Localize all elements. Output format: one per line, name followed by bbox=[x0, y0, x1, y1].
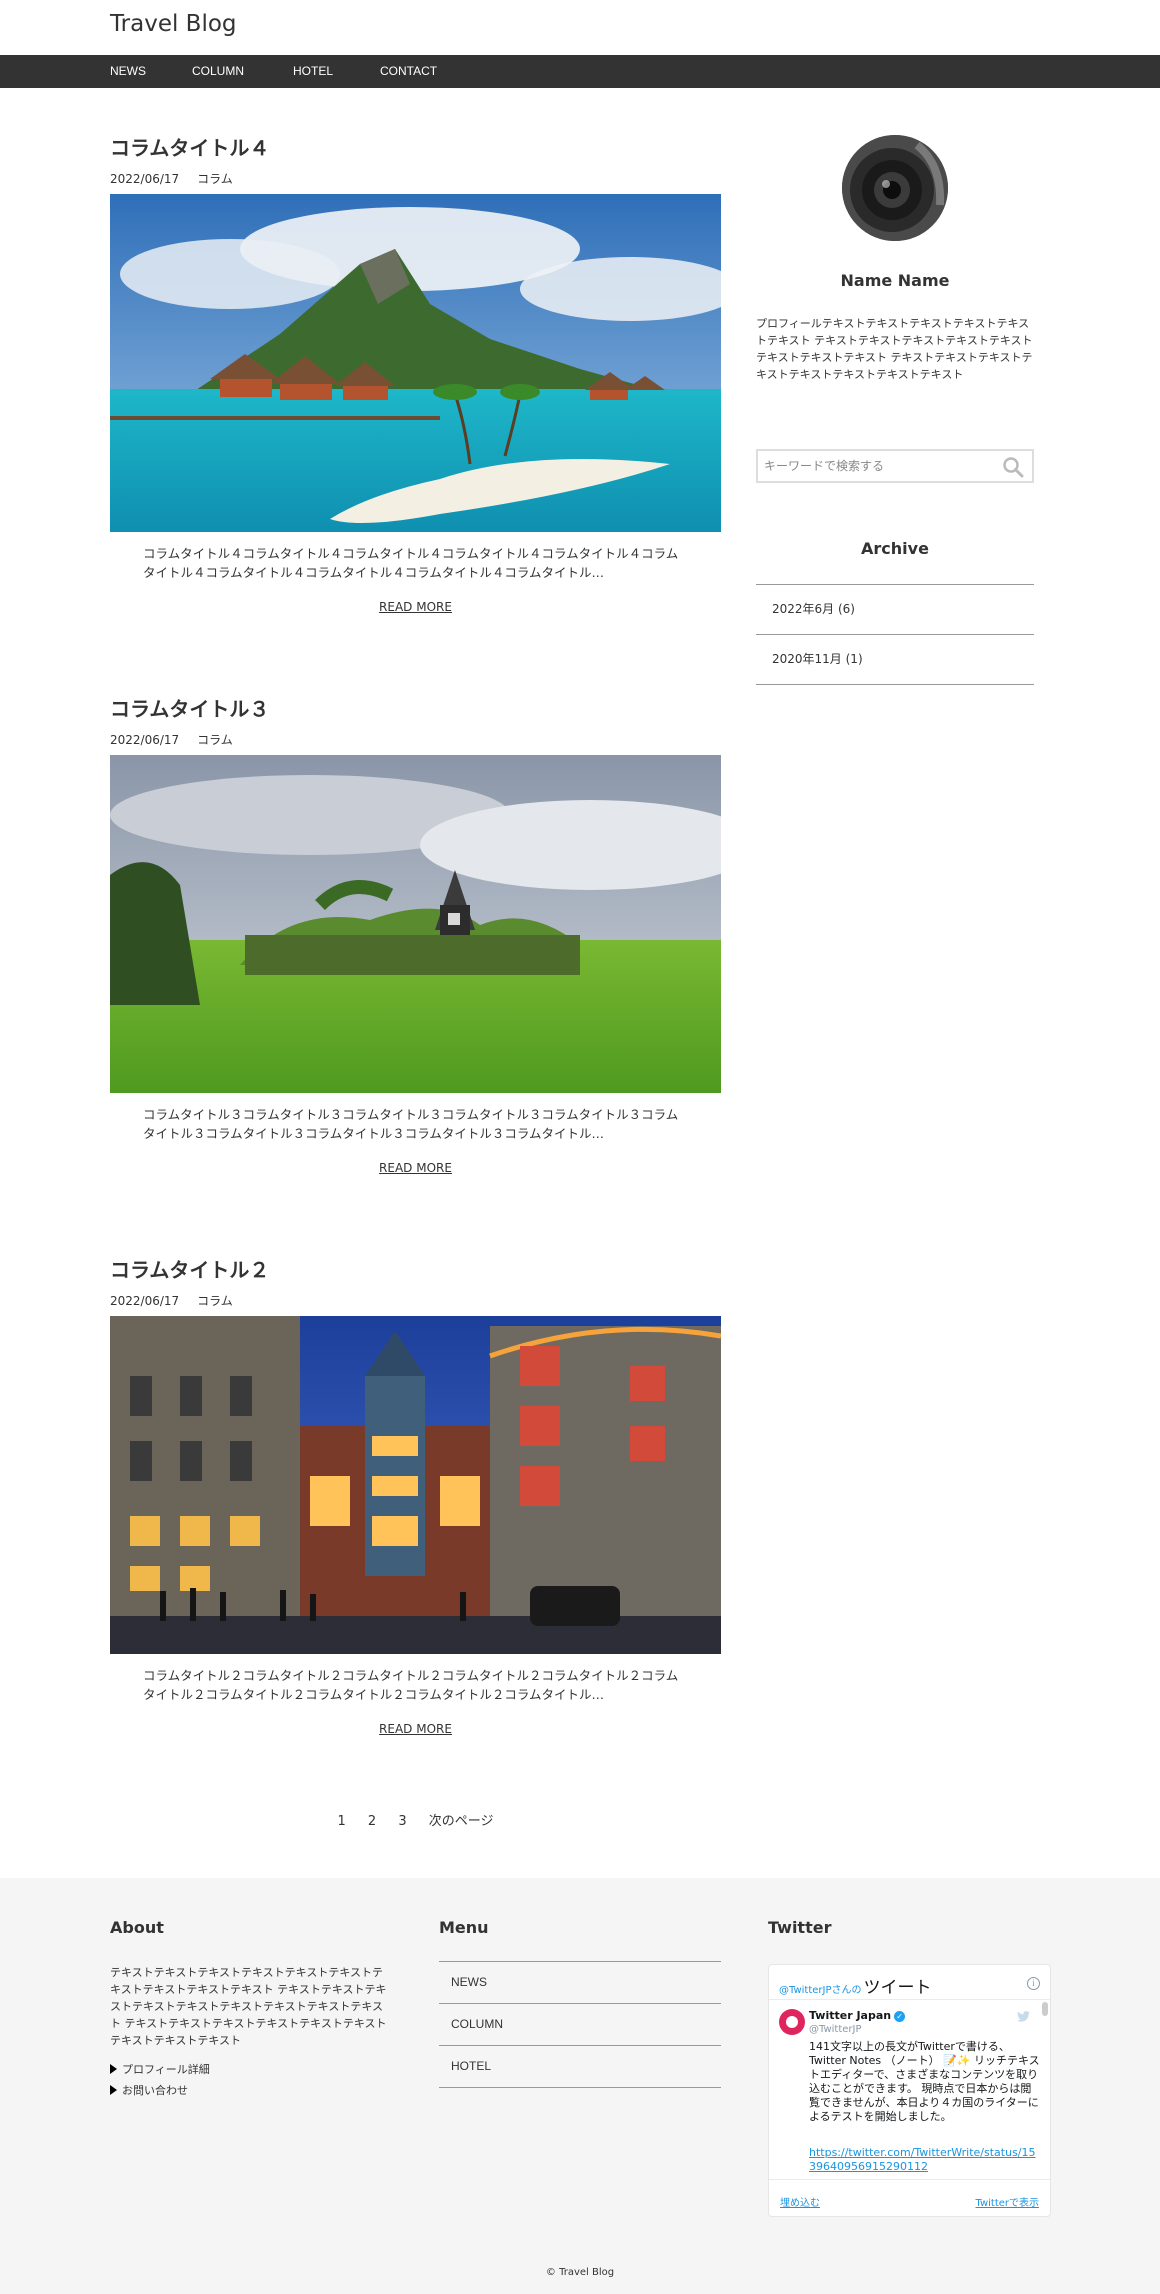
post-thumbnail[interactable] bbox=[110, 194, 721, 532]
footer-menu-item: COLUMN bbox=[439, 2004, 721, 2046]
about-links: プロフィール詳細 お問い合わせ bbox=[110, 2059, 392, 2101]
footer-about: About テキストテキストテキストテキストテキストテキストテキストテキストテキ… bbox=[110, 1918, 392, 2101]
post-title[interactable]: コラムタイトル２ bbox=[110, 1254, 269, 1283]
copyright: © Travel Blog bbox=[545, 2267, 615, 2278]
timeline-account-link[interactable]: @TwitterJPさんの bbox=[779, 1985, 862, 1996]
post-thumbnail[interactable] bbox=[110, 1316, 721, 1654]
contact-link[interactable]: お問い合わせ bbox=[122, 2084, 188, 2097]
profile-text: プロフィールテキストテキストテキストテキストテキストテキスト テキストテキストテ… bbox=[756, 317, 1033, 381]
site-footer: About テキストテキストテキストテキストテキストテキストテキストテキストテキ… bbox=[0, 1878, 1160, 2294]
footer-twitter: Twitter @TwitterJPさんの ツイート i Twitter Japa… bbox=[768, 1918, 1051, 2217]
divider bbox=[769, 2179, 1050, 2180]
post-excerpt: コラムタイトル３コラムタイトル３コラムタイトル３コラムタイトル３コラムタイトル３… bbox=[143, 1107, 679, 1141]
timeline-header: @TwitterJPさんの ツイート bbox=[779, 1973, 932, 1998]
site-header: Travel Blog bbox=[0, 0, 1160, 55]
read-more-wrap: READ MORE bbox=[110, 600, 721, 614]
timeline-title: ツイート bbox=[863, 1978, 932, 1998]
archive-list: 2022年6月 (6) 2020年11月 (1) bbox=[756, 584, 1034, 685]
post-thumbnail[interactable] bbox=[110, 755, 721, 1093]
search-input[interactable] bbox=[758, 451, 988, 481]
about-link-item: お問い合わせ bbox=[110, 2080, 392, 2101]
nav-item-contact[interactable]: CONTACT bbox=[380, 55, 437, 88]
city-night-image bbox=[110, 1316, 721, 1654]
twitter-timeline[interactable]: @TwitterJPさんの ツイート i Twitter Japan ✓ @Twit… bbox=[768, 1964, 1051, 2217]
read-more-wrap: READ MORE bbox=[110, 1722, 721, 1736]
scrollbar[interactable] bbox=[1042, 2002, 1048, 2016]
profile-detail-link[interactable]: プロフィール詳細 bbox=[122, 2063, 210, 2076]
tweet-link[interactable]: https://twitter.com/TwitterWrite/status/… bbox=[809, 2146, 1041, 2174]
site-title[interactable]: Travel Blog bbox=[110, 11, 237, 37]
footer-menu-item: NEWS bbox=[439, 1962, 721, 2004]
footer-menu-hotel[interactable]: HOTEL bbox=[451, 2059, 491, 2073]
post-category[interactable]: コラム bbox=[197, 1294, 233, 1308]
tweet-account-name[interactable]: Twitter Japan ✓ bbox=[809, 2009, 906, 2022]
info-icon[interactable]: i bbox=[1027, 1977, 1040, 1990]
footer-menu-list: NEWS COLUMN HOTEL bbox=[439, 1961, 721, 2088]
post-date: 2022/06/17 bbox=[110, 733, 180, 747]
search-form bbox=[756, 449, 1034, 483]
about-heading: About bbox=[110, 1918, 164, 1937]
about-link-item: プロフィール詳細 bbox=[110, 2059, 392, 2080]
archive-heading: Archive bbox=[861, 539, 929, 558]
turf-house-image bbox=[110, 755, 721, 1093]
twitter-heading: Twitter bbox=[768, 1918, 832, 1937]
nav-item-column[interactable]: COLUMN bbox=[192, 55, 244, 88]
twitter-avatar[interactable] bbox=[779, 2009, 805, 2035]
view-on-twitter-link[interactable]: Twitterで表示 bbox=[975, 2194, 1039, 2209]
archive-item: 2020年11月 (1) bbox=[756, 635, 1034, 685]
page-link-2[interactable]: 2 bbox=[368, 1814, 376, 1829]
page-link-1[interactable]: 1 bbox=[337, 1814, 345, 1829]
footer-menu-item: HOTEL bbox=[439, 2046, 721, 2088]
post-category[interactable]: コラム bbox=[197, 172, 233, 186]
nav-item-hotel[interactable]: HOTEL bbox=[293, 55, 333, 88]
tropical-island-image bbox=[110, 194, 721, 532]
post-excerpt: コラムタイトル４コラムタイトル４コラムタイトル４コラムタイトル４コラムタイトル４… bbox=[143, 546, 679, 580]
footer-menu-news[interactable]: NEWS bbox=[451, 1975, 487, 1989]
post-title[interactable]: コラムタイトル４ bbox=[110, 132, 269, 161]
global-nav: NEWS COLUMN HOTEL CONTACT bbox=[0, 55, 1160, 88]
tweet-text: 141文字以上の長文がTwitterで書ける、Twitter Notes （ノー… bbox=[809, 2040, 1040, 2123]
post-meta: 2022/06/17 コラム bbox=[110, 1292, 233, 1309]
read-more-link[interactable]: READ MORE bbox=[379, 1722, 452, 1736]
post-date: 2022/06/17 bbox=[110, 1294, 180, 1308]
archive-link[interactable]: 2022年6月 (6) bbox=[772, 602, 855, 616]
page-link-3[interactable]: 3 bbox=[398, 1814, 406, 1829]
avatar bbox=[842, 135, 948, 241]
tweet-account-handle[interactable]: @TwitterJP bbox=[809, 2024, 862, 2035]
divider bbox=[769, 1999, 1050, 2000]
post-meta: 2022/06/17 コラム bbox=[110, 731, 233, 748]
read-more-wrap: READ MORE bbox=[110, 1161, 721, 1175]
archive-link[interactable]: 2020年11月 (1) bbox=[772, 652, 863, 666]
read-more-link[interactable]: READ MORE bbox=[379, 600, 452, 614]
archive-item: 2022年6月 (6) bbox=[756, 585, 1034, 635]
post-title[interactable]: コラムタイトル３ bbox=[110, 693, 269, 722]
read-more-link[interactable]: READ MORE bbox=[379, 1161, 452, 1175]
post-meta: 2022/06/17 コラム bbox=[110, 170, 233, 187]
triangle-right-icon bbox=[110, 2064, 117, 2074]
search-icon[interactable] bbox=[1002, 456, 1024, 478]
profile-name: Name Name bbox=[840, 271, 950, 290]
verified-badge-icon: ✓ bbox=[894, 2011, 906, 2022]
triangle-right-icon bbox=[110, 2085, 117, 2095]
about-text: テキストテキストテキストテキストテキストテキストテキストテキストテキストテキスト… bbox=[110, 1966, 387, 2047]
tweet-account-name-text: Twitter Japan bbox=[809, 2009, 892, 2022]
footer-menu-column[interactable]: COLUMN bbox=[451, 2017, 503, 2031]
post-date: 2022/06/17 bbox=[110, 172, 180, 186]
twitter-bird-icon[interactable] bbox=[1017, 2011, 1030, 2022]
nav-item-news[interactable]: NEWS bbox=[110, 55, 146, 88]
embed-link[interactable]: 埋め込む bbox=[780, 2194, 820, 2209]
post-excerpt: コラムタイトル２コラムタイトル２コラムタイトル２コラムタイトル２コラムタイトル２… bbox=[143, 1668, 679, 1702]
pagination: 1 2 3 次のページ bbox=[110, 1810, 721, 1829]
post-category[interactable]: コラム bbox=[197, 733, 233, 747]
next-page-link[interactable]: 次のページ bbox=[429, 1814, 494, 1829]
camera-lens-image bbox=[842, 135, 948, 241]
footer-menu: Menu NEWS COLUMN HOTEL bbox=[439, 1918, 721, 2088]
menu-heading: Menu bbox=[439, 1918, 489, 1937]
